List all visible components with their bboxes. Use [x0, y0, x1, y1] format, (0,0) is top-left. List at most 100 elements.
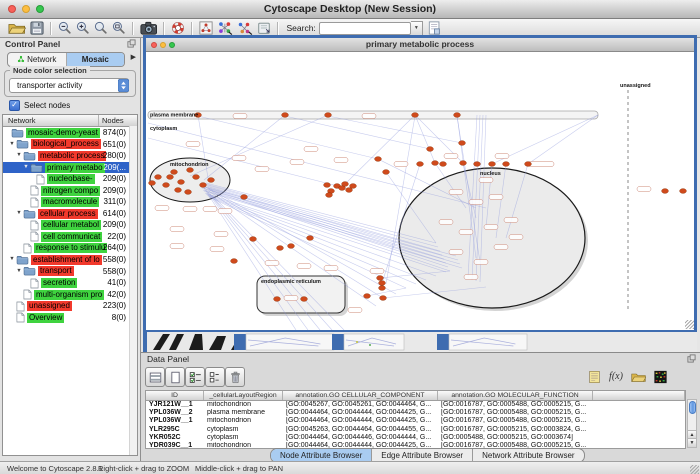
network-node[interactable] — [680, 189, 687, 194]
filter-network-icon[interactable] — [237, 20, 253, 37]
table-column-header[interactable]: annotation.GO MOLECULAR_FUNCTION — [438, 391, 593, 400]
network-node[interactable] — [324, 183, 331, 188]
network-node[interactable] — [525, 162, 532, 167]
help-ring-icon[interactable] — [171, 20, 185, 37]
tree-row-cellular-metabol[interactable]: cellular metabol209(0) — [3, 219, 137, 231]
tab-network[interactable]: Network — [8, 53, 67, 66]
network-window-titlebar[interactable]: primary metabolic process — [146, 38, 694, 52]
network-node[interactable] — [282, 113, 289, 118]
search-dropdown-button[interactable]: ▼ — [411, 21, 423, 36]
select-nodes-checkbox[interactable]: ✓ — [9, 100, 20, 111]
zoom-selected-icon[interactable] — [94, 20, 108, 37]
tree-row-unassigned[interactable]: unassigned223(0) — [3, 300, 137, 312]
network-node[interactable] — [175, 188, 182, 193]
tree-row-macromolecule[interactable]: macromolecule311(0) — [3, 196, 137, 208]
zoom-in-icon[interactable] — [76, 20, 90, 37]
network-node[interactable] — [383, 170, 390, 175]
network-overview-icon[interactable] — [199, 20, 213, 37]
network-node[interactable] — [342, 182, 349, 187]
network-node[interactable] — [288, 244, 295, 249]
background-window-edge[interactable] — [332, 334, 344, 350]
table-row[interactable]: YPL036W__2plasma membrane[GO:0044464, GO… — [146, 409, 685, 417]
attribute-heatmap-button[interactable] — [650, 368, 670, 385]
network-node[interactable] — [171, 170, 178, 175]
network-node[interactable] — [231, 259, 238, 264]
tab-overflow-button[interactable]: ▶ — [131, 53, 136, 61]
node-color-dropdown[interactable]: transporter activity — [9, 78, 129, 93]
tree-row-biological-process[interactable]: ▼biological_process651(0) — [3, 139, 137, 151]
network-node[interactable] — [277, 246, 284, 251]
disclosure-triangle-icon[interactable]: ▼ — [15, 266, 23, 278]
tree-row-primary-metabo[interactable]: ▼primary metabo209(... — [3, 162, 137, 174]
tree-row-secretion[interactable]: secretion41(0) — [3, 277, 137, 289]
new-attribute-button[interactable] — [165, 367, 185, 387]
network-node[interactable] — [149, 181, 156, 186]
network-node[interactable] — [250, 237, 257, 242]
annotation-sheet-icon[interactable] — [428, 20, 440, 37]
network-node[interactable] — [163, 183, 170, 188]
table-column-header[interactable]: _cellularLayoutRegion — [204, 391, 283, 400]
network-node[interactable] — [208, 178, 215, 183]
float-panel-icon[interactable] — [127, 39, 136, 48]
network-node[interactable] — [178, 180, 185, 185]
disclosure-triangle-icon[interactable]: ▼ — [8, 139, 16, 151]
network-node[interactable] — [375, 157, 382, 162]
zoom-fit-icon[interactable] — [112, 20, 126, 37]
tree-row-multi-organism-pro[interactable]: multi-organism pro42(0) — [3, 289, 137, 301]
tree-row-nitrogen-compo[interactable]: nitrogen compo209(0) — [3, 185, 137, 197]
network-window-resize-grip[interactable] — [685, 320, 694, 329]
network-node[interactable] — [379, 286, 386, 291]
tree-scrollbar[interactable] — [129, 126, 137, 455]
table-column-header[interactable] — [593, 391, 685, 400]
network-node[interactable] — [377, 276, 384, 281]
open-folder-icon[interactable] — [8, 20, 26, 37]
network-node[interactable] — [412, 113, 419, 118]
unselect-attributes-button[interactable] — [205, 367, 225, 387]
network-node[interactable] — [350, 184, 357, 189]
disclosure-triangle-icon[interactable]: ▼ — [8, 254, 16, 266]
select-attributes-button[interactable] — [185, 367, 205, 387]
tree-row-overview[interactable]: Overview8(0) — [3, 312, 137, 324]
network-node[interactable] — [187, 168, 194, 173]
float-panel-icon[interactable] — [687, 354, 696, 363]
network-node[interactable] — [155, 175, 162, 180]
tree-row-transport[interactable]: ▼transport558(0) — [3, 266, 137, 278]
disclosure-triangle-icon[interactable]: ▼ — [22, 162, 30, 174]
search-input[interactable] — [319, 22, 411, 35]
import-icon[interactable] — [257, 20, 271, 37]
tree-row-establishment-of-lo[interactable]: ▼establishment of lo558(0) — [3, 254, 137, 266]
network-node[interactable] — [325, 113, 332, 118]
disclosure-triangle-icon[interactable]: ▼ — [15, 208, 23, 220]
network-node[interactable] — [432, 161, 439, 166]
network-node[interactable] — [326, 193, 333, 198]
table-column-header[interactable]: ID — [146, 391, 204, 400]
vizmapper-icon[interactable] — [217, 20, 233, 37]
tree-row-cell-communicat[interactable]: cell communicat22(0) — [3, 231, 137, 243]
tree-row-metabolic-process[interactable]: ▼metabolic process280(0) — [3, 150, 137, 162]
background-window-edge[interactable] — [437, 334, 449, 350]
network-node[interactable] — [454, 113, 461, 118]
network-node[interactable] — [460, 161, 467, 166]
network-node[interactable] — [474, 162, 481, 167]
background-window-edge[interactable] — [234, 334, 246, 350]
network-node[interactable] — [503, 162, 510, 167]
network-node[interactable] — [379, 281, 386, 286]
tree-row-mosaic-demo-yeast[interactable]: mosaic-demo-yeast874(0) — [3, 127, 137, 139]
tree-column-nodes[interactable]: Nodes — [102, 115, 124, 126]
attribute-editor-button[interactable] — [584, 368, 604, 385]
tree-row-cellular-process[interactable]: ▼cellular process614(0) — [3, 208, 137, 220]
network-node[interactable] — [241, 195, 248, 200]
table-scrollbar[interactable]: ▲ ▼ — [687, 399, 697, 448]
network-node[interactable] — [307, 236, 314, 241]
table-row[interactable]: YLR295Ccytoplasm[GO:0045263, GO:0044464,… — [146, 426, 685, 434]
network-node[interactable] — [185, 190, 192, 195]
network-node[interactable] — [380, 296, 387, 301]
import-attributes-button[interactable] — [628, 368, 648, 385]
network-node[interactable] — [662, 189, 669, 194]
tree-row-nucleobase-[interactable]: nucleobase-209(0) — [3, 173, 137, 185]
network-node[interactable] — [459, 141, 466, 146]
network-node[interactable] — [167, 175, 174, 180]
save-icon[interactable] — [30, 20, 44, 37]
network-node[interactable] — [440, 162, 447, 167]
scroll-down-button[interactable]: ▼ — [688, 438, 696, 447]
